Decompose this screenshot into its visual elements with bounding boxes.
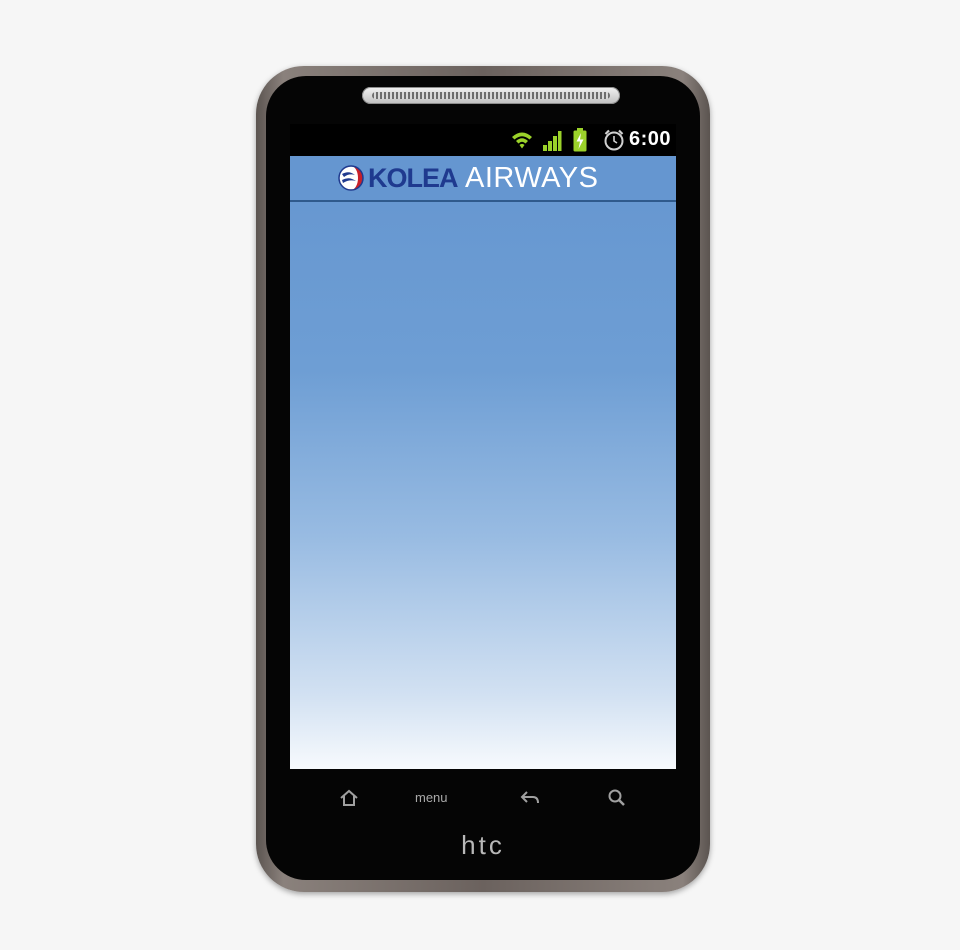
airline-logo-icon: [338, 165, 364, 196]
signal-icon: [542, 130, 562, 157]
logo-text-kolea: KOLEA: [368, 163, 458, 193]
logo-text-airways: AIRWAYS: [465, 162, 599, 194]
phone-screen: 6:00 KOLEA AIRWAYS: [290, 124, 676, 769]
alarm-clock-icon: [603, 128, 625, 157]
home-key[interactable]: [338, 788, 360, 813]
phone-frame: 6:00 KOLEA AIRWAYS menu htc: [256, 66, 710, 892]
battery-charging-icon: [573, 128, 587, 157]
earpiece-speaker: [362, 87, 620, 104]
menu-key[interactable]: menu: [415, 790, 448, 805]
back-key[interactable]: [518, 788, 542, 813]
htc-brand-logo: htc: [461, 830, 505, 860]
wifi-icon: [510, 129, 534, 156]
search-key[interactable]: [606, 788, 628, 813]
hardware-nav-keys: menu: [290, 782, 676, 822]
home-icon: [340, 789, 358, 806]
status-clock: 6:00: [628, 128, 671, 150]
search-icon: [608, 789, 625, 806]
app-title-bar: KOLEA AIRWAYS: [290, 156, 676, 202]
status-bar: 6:00: [290, 124, 676, 156]
app-content: KOLEA AIRWAYS: [290, 156, 676, 769]
speaker-grille: [372, 92, 610, 99]
back-icon: [520, 791, 539, 804]
